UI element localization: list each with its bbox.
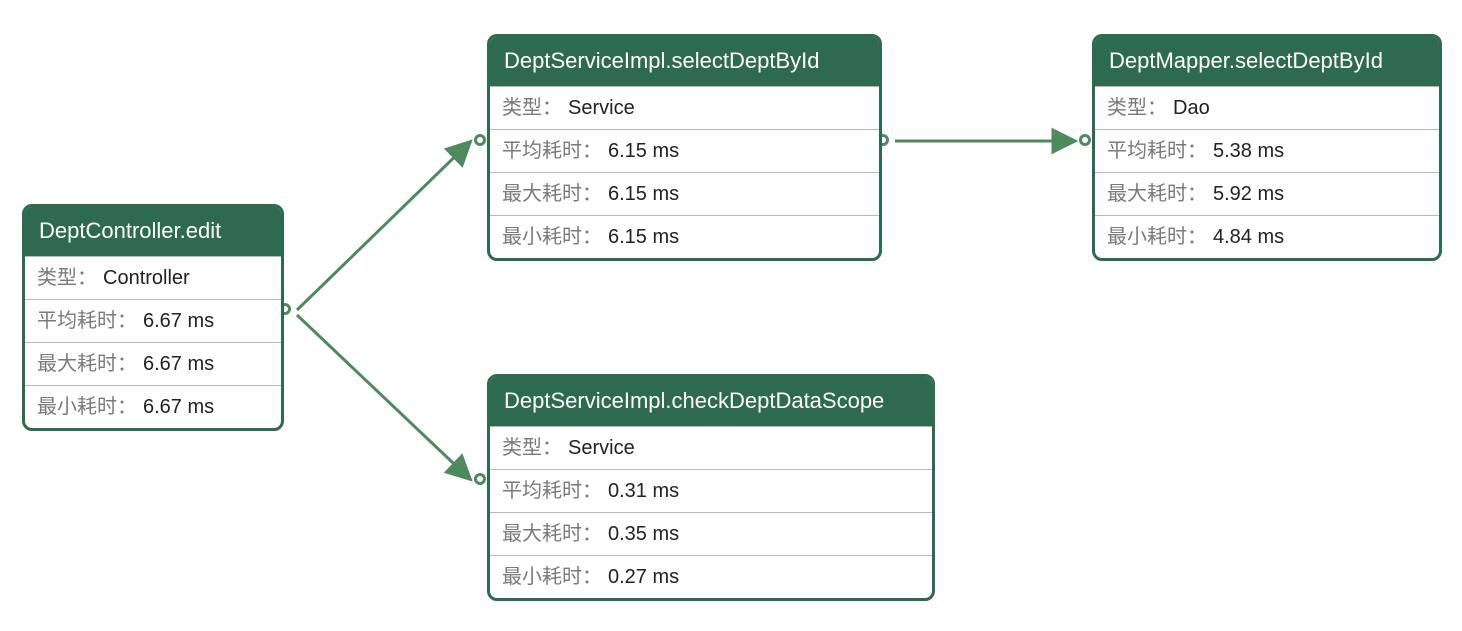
label-avg: 平均耗时： (1107, 139, 1207, 163)
row-max: 最大耗时： 5.92 ms (1095, 172, 1439, 215)
label-type: 类型： (1107, 96, 1167, 120)
label-min: 最小耗时： (1107, 225, 1207, 249)
row-avg: 平均耗时： 6.15 ms (490, 129, 879, 172)
value-max: 0.35 ms (608, 522, 679, 546)
row-avg: 平均耗时： 0.31 ms (490, 469, 932, 512)
row-type: 类型： Controller (25, 256, 281, 299)
label-max: 最大耗时： (37, 352, 137, 376)
label-type: 类型： (37, 266, 97, 290)
node-title: DeptServiceImpl.checkDeptDataScope (490, 377, 932, 426)
call-graph-canvas: { "labels": { "type": "类型：", "avg": "平均耗… (0, 0, 1462, 631)
row-max: 最大耗时： 6.67 ms (25, 342, 281, 385)
node-mapper[interactable]: DeptMapper.selectDeptById 类型： Dao 平均耗时： … (1092, 34, 1442, 261)
label-max: 最大耗时： (502, 182, 602, 206)
row-min: 最小耗时： 0.27 ms (490, 555, 932, 598)
value-min: 6.67 ms (143, 395, 214, 419)
label-avg: 平均耗时： (502, 139, 602, 163)
value-avg: 6.67 ms (143, 309, 214, 333)
value-type: Controller (103, 266, 190, 290)
label-type: 类型： (502, 436, 562, 460)
label-min: 最小耗时： (502, 225, 602, 249)
label-max: 最大耗时： (502, 522, 602, 546)
row-avg: 平均耗时： 5.38 ms (1095, 129, 1439, 172)
value-min: 0.27 ms (608, 565, 679, 589)
row-type: 类型： Dao (1095, 86, 1439, 129)
node-controller[interactable]: DeptController.edit 类型： Controller 平均耗时：… (22, 204, 284, 431)
value-min: 6.15 ms (608, 225, 679, 249)
value-type: Service (568, 96, 635, 120)
value-avg: 5.38 ms (1213, 139, 1284, 163)
value-max: 6.15 ms (608, 182, 679, 206)
node-title: DeptController.edit (25, 207, 281, 256)
edge-controller-to-svcSelect (279, 134, 488, 317)
node-svc-scope[interactable]: DeptServiceImpl.checkDeptDataScope 类型： S… (487, 374, 935, 601)
row-min: 最小耗时： 4.84 ms (1095, 215, 1439, 258)
row-min: 最小耗时： 6.67 ms (25, 385, 281, 428)
label-min: 最小耗时： (37, 395, 137, 419)
value-type: Dao (1173, 96, 1210, 120)
label-type: 类型： (502, 96, 562, 120)
label-avg: 平均耗时： (37, 309, 137, 333)
value-max: 6.67 ms (143, 352, 214, 376)
value-avg: 0.31 ms (608, 479, 679, 503)
label-avg: 平均耗时： (502, 479, 602, 503)
row-type: 类型： Service (490, 426, 932, 469)
edge-svcSelect-to-mapper (877, 134, 1093, 148)
edge-controller-to-svcScope (297, 315, 488, 487)
value-min: 4.84 ms (1213, 225, 1284, 249)
label-min: 最小耗时： (502, 565, 602, 589)
value-type: Service (568, 436, 635, 460)
row-max: 最大耗时： 0.35 ms (490, 512, 932, 555)
row-min: 最小耗时： 6.15 ms (490, 215, 879, 258)
node-title: DeptMapper.selectDeptById (1095, 37, 1439, 86)
value-max: 5.92 ms (1213, 182, 1284, 206)
value-avg: 6.15 ms (608, 139, 679, 163)
node-title: DeptServiceImpl.selectDeptById (490, 37, 879, 86)
row-avg: 平均耗时： 6.67 ms (25, 299, 281, 342)
node-svc-select[interactable]: DeptServiceImpl.selectDeptById 类型： Servi… (487, 34, 882, 261)
row-max: 最大耗时： 6.15 ms (490, 172, 879, 215)
row-type: 类型： Service (490, 86, 879, 129)
label-max: 最大耗时： (1107, 182, 1207, 206)
